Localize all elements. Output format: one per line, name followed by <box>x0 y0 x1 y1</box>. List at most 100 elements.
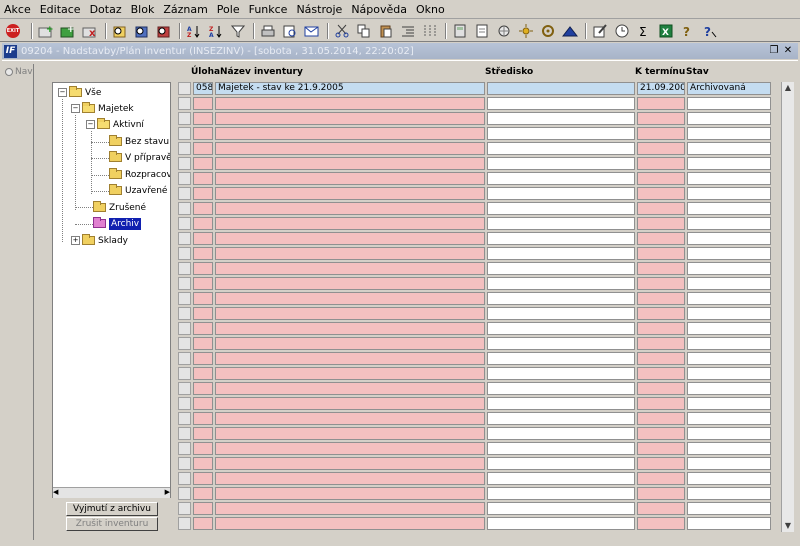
cell-stav[interactable] <box>687 307 771 320</box>
collapse-icon[interactable]: − <box>58 88 67 97</box>
cell-termin[interactable] <box>637 262 685 275</box>
cell-uloha[interactable] <box>193 142 213 155</box>
cell-stredisko[interactable] <box>487 232 635 245</box>
tree-node-bez-stavu[interactable]: Bez stavu <box>109 134 169 149</box>
menu-napoveda[interactable]: Nápověda <box>351 3 407 16</box>
wheel-icon[interactable] <box>540 23 556 39</box>
tree-node-label[interactable]: Rozpracova <box>125 170 170 180</box>
cell-nazev[interactable] <box>215 277 485 290</box>
tree-node-label[interactable]: Archiv <box>109 217 142 230</box>
cell-nazev[interactable] <box>215 442 485 455</box>
tree-node-label[interactable]: V přípravě <box>125 153 170 163</box>
cell-uloha[interactable] <box>193 112 213 125</box>
cell-termin[interactable] <box>637 172 685 185</box>
record-selector[interactable] <box>178 202 191 215</box>
menu-okno[interactable]: Okno <box>416 3 445 16</box>
cell-stredisko[interactable] <box>487 412 635 425</box>
cell-uloha[interactable] <box>193 502 213 515</box>
record-selector[interactable] <box>178 502 191 515</box>
sun-icon[interactable] <box>518 23 534 39</box>
menu-funkce[interactable]: Funkce <box>249 3 288 16</box>
cell-stav[interactable] <box>687 262 771 275</box>
edit-icon[interactable] <box>592 23 608 39</box>
cell-stredisko[interactable] <box>487 112 635 125</box>
cell-stav[interactable] <box>687 337 771 350</box>
cell-stav[interactable] <box>687 292 771 305</box>
query-enter-icon[interactable] <box>112 23 128 39</box>
cell-uloha[interactable] <box>193 382 213 395</box>
cell-stav[interactable] <box>687 217 771 230</box>
cell-nazev[interactable] <box>215 247 485 260</box>
cell-stav[interactable] <box>687 367 771 380</box>
copy-icon[interactable] <box>356 23 372 39</box>
cell-termin[interactable] <box>637 187 685 200</box>
cell-nazev[interactable] <box>215 262 485 275</box>
cell-termin[interactable] <box>637 202 685 215</box>
tree-node-label[interactable]: Uzavřené <box>125 186 167 196</box>
cell-stav[interactable] <box>687 202 771 215</box>
cell-stav[interactable] <box>687 277 771 290</box>
cell-stav[interactable] <box>687 127 771 140</box>
cell-termin[interactable] <box>637 382 685 395</box>
record-selector[interactable] <box>178 337 191 350</box>
cell-termin[interactable]: 21.09.2005 <box>637 82 685 95</box>
cell-stredisko[interactable] <box>487 367 635 380</box>
cell-uloha[interactable] <box>193 427 213 440</box>
tree-node-archiv[interactable]: Archiv <box>93 216 142 231</box>
menu-akce[interactable]: Akce <box>4 3 31 16</box>
menu-editace[interactable]: Editace <box>40 3 81 16</box>
record-selector[interactable] <box>178 187 191 200</box>
cell-uloha[interactable] <box>193 322 213 335</box>
cell-stredisko[interactable] <box>487 322 635 335</box>
indent-icon[interactable] <box>400 23 416 39</box>
cell-stredisko[interactable] <box>487 97 635 110</box>
cell-uloha[interactable] <box>193 367 213 380</box>
tree-node-label[interactable]: Majetek <box>98 104 134 114</box>
cell-nazev[interactable] <box>215 157 485 170</box>
cell-stav[interactable] <box>687 112 771 125</box>
cell-termin[interactable] <box>637 487 685 500</box>
cell-stredisko[interactable] <box>487 292 635 305</box>
cell-stredisko[interactable] <box>487 352 635 365</box>
cell-termin[interactable] <box>637 307 685 320</box>
cell-uloha[interactable] <box>193 172 213 185</box>
cell-stav[interactable] <box>687 472 771 485</box>
record-selector[interactable] <box>178 487 191 500</box>
cell-termin[interactable] <box>637 442 685 455</box>
cell-termin[interactable] <box>637 337 685 350</box>
cell-uloha[interactable] <box>193 397 213 410</box>
cell-termin[interactable] <box>637 127 685 140</box>
insert-record-icon[interactable]: + <box>38 23 54 39</box>
cell-nazev[interactable] <box>215 457 485 470</box>
tree-node-zrusene[interactable]: Zrušené <box>93 200 146 215</box>
exit-button[interactable]: EXIT <box>6 23 20 38</box>
cell-stav[interactable] <box>687 322 771 335</box>
cell-nazev[interactable] <box>215 217 485 230</box>
cell-termin[interactable] <box>637 292 685 305</box>
cell-uloha[interactable] <box>193 262 213 275</box>
menu-blok[interactable]: Blok <box>131 3 155 16</box>
cell-stav[interactable] <box>687 157 771 170</box>
filter-icon[interactable] <box>230 23 246 39</box>
cell-termin[interactable] <box>637 157 685 170</box>
cell-stav[interactable] <box>687 142 771 155</box>
cell-nazev[interactable] <box>215 412 485 425</box>
cell-termin[interactable] <box>637 112 685 125</box>
cell-stav[interactable] <box>687 427 771 440</box>
cell-nazev[interactable] <box>215 487 485 500</box>
menu-zaznam[interactable]: Záznam <box>163 3 207 16</box>
cut-icon[interactable] <box>334 23 350 39</box>
record-selector[interactable] <box>178 517 191 530</box>
mail-icon[interactable] <box>304 23 320 39</box>
cell-termin[interactable] <box>637 277 685 290</box>
cell-uloha[interactable] <box>193 202 213 215</box>
cell-stav[interactable] <box>687 247 771 260</box>
zrusit-inventuru-button[interactable]: Zrušit inventuru <box>66 517 158 531</box>
collapse-icon[interactable]: − <box>86 120 95 129</box>
cell-stav[interactable] <box>687 412 771 425</box>
nav-radio-icon[interactable] <box>5 68 13 76</box>
record-selector[interactable] <box>178 217 191 230</box>
cell-uloha[interactable] <box>193 412 213 425</box>
tree-node-sklady[interactable]: + Sklady <box>71 233 128 248</box>
cell-termin[interactable] <box>637 367 685 380</box>
